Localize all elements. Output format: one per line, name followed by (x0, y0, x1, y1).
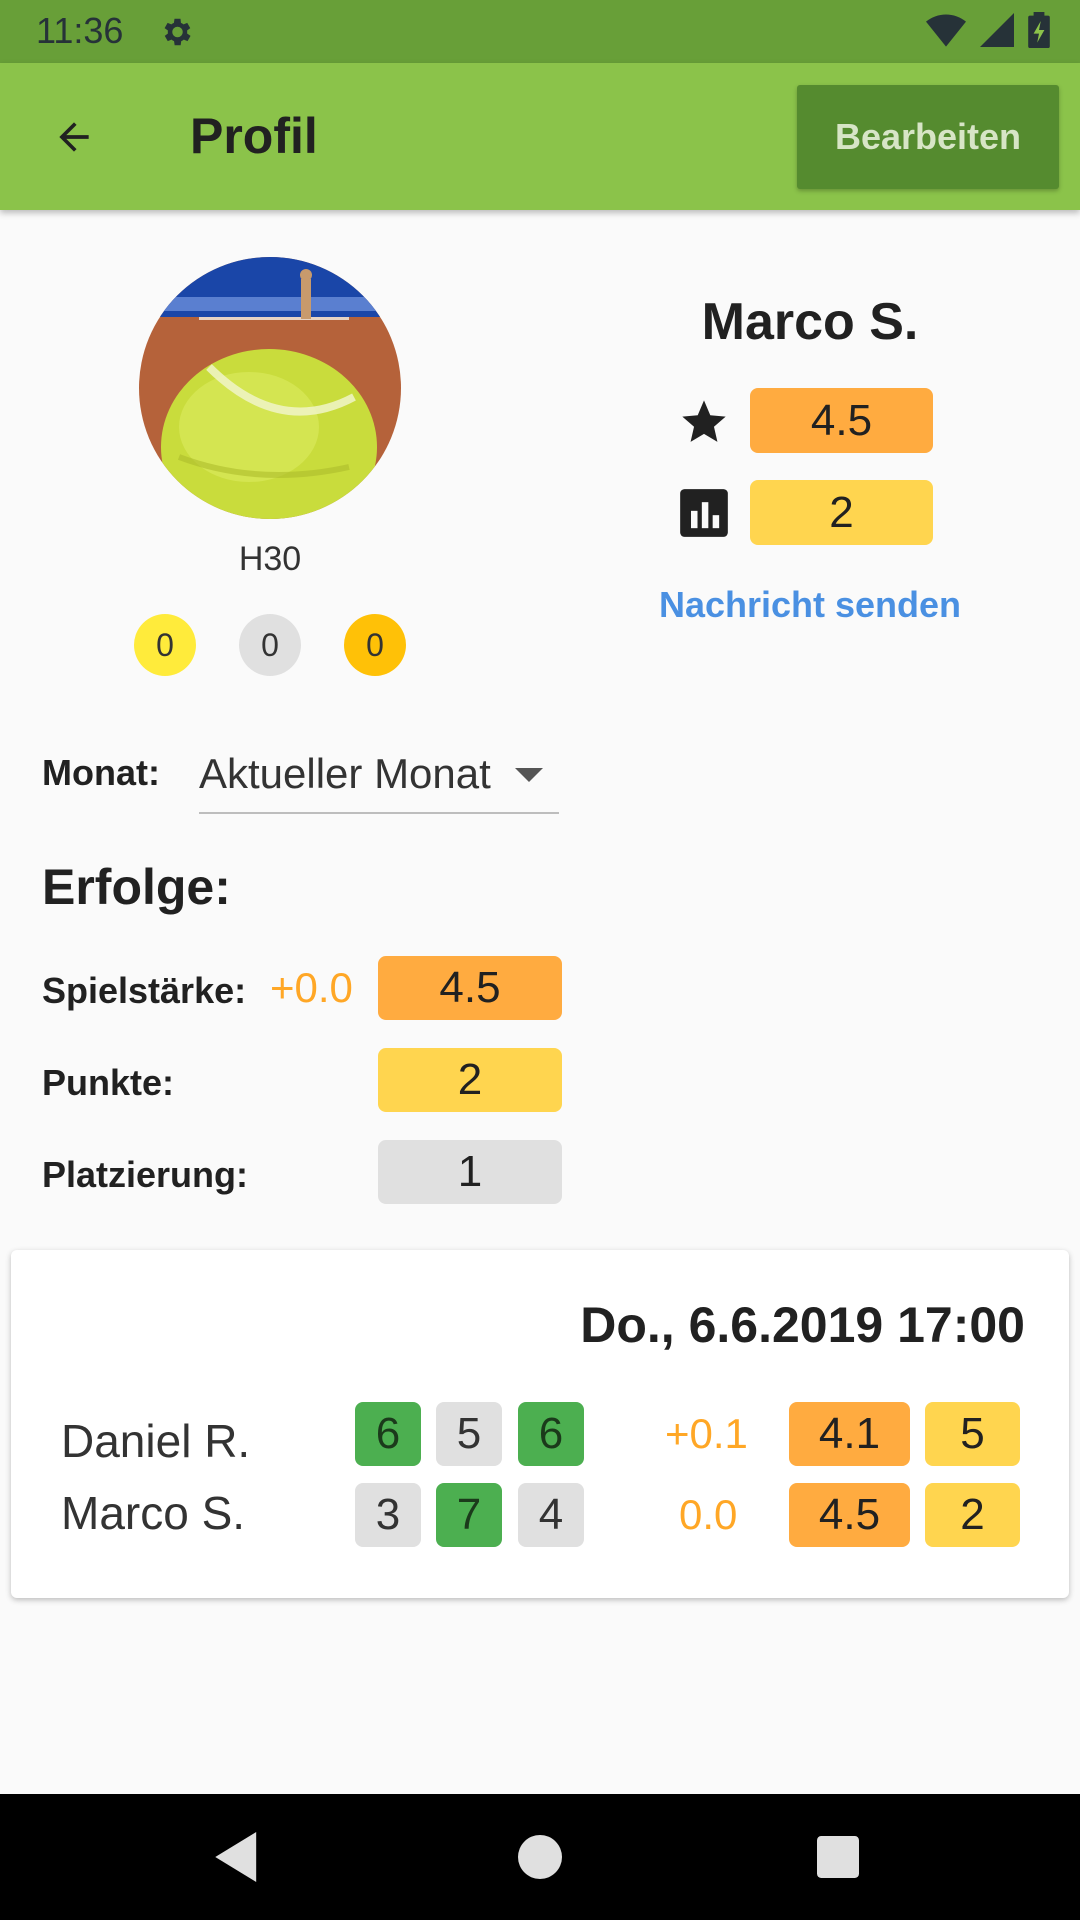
bar-chart-icon (680, 489, 728, 537)
send-message-link[interactable]: Nachricht senden (640, 584, 980, 626)
points-value-badge: 2 (378, 1048, 562, 1112)
avatar (139, 257, 401, 519)
set-score: 6 (355, 1402, 421, 1466)
nav-home-icon[interactable] (507, 1824, 573, 1890)
set-score: 5 (436, 1402, 502, 1466)
player-rating-badge: 4.5 (789, 1483, 910, 1547)
nav-back-icon[interactable] (205, 1824, 271, 1890)
month-dropdown[interactable]: Aktueller Monat (199, 740, 559, 814)
rating-badge: 4.5 (750, 388, 933, 453)
status-bar: 11:36 (0, 0, 1080, 63)
rank-label: Platzierung: (42, 1154, 249, 1195)
system-nav-bar (0, 1794, 1080, 1920)
status-icons (926, 12, 1050, 48)
dropdown-arrow-icon (515, 768, 543, 782)
back-arrow-icon[interactable] (40, 103, 108, 171)
gold-medal-count: 0 (134, 614, 196, 676)
player-points-badge: 5 (925, 1402, 1020, 1466)
player-rating-badge: 4.1 (789, 1402, 910, 1466)
points-label: Punkte: (42, 1062, 175, 1103)
match-player-name: Marco S. (61, 1487, 246, 1539)
app-bar: Profil Bearbeiten (0, 63, 1080, 210)
month-label: Monat: (42, 752, 160, 793)
match-card[interactable]: Do., 6.6.2019 17:00 Daniel R. 6 5 6 +0.1… (11, 1250, 1069, 1598)
bronze-medal-count: 0 (344, 614, 406, 676)
achievements-title: Erfolge: (42, 859, 231, 915)
points-badge: 2 (750, 480, 933, 545)
rating-delta: +0.1 (665, 1410, 748, 1457)
wifi-icon (926, 14, 966, 47)
set-score: 6 (518, 1402, 584, 1466)
set-score: 3 (355, 1483, 421, 1547)
rating-delta: 0.0 (679, 1491, 738, 1538)
set-score: 4 (518, 1483, 584, 1547)
player-category: H30 (238, 540, 302, 578)
player-points-badge: 2 (925, 1483, 1020, 1547)
player-name: Marco S. (701, 293, 919, 351)
match-date: Do., 6.6.2019 17:00 (580, 1297, 1025, 1353)
set-score: 7 (436, 1483, 502, 1547)
strength-value-badge: 4.5 (378, 956, 562, 1020)
battery-icon (1028, 12, 1050, 48)
strength-label: Spielstärke: (42, 970, 247, 1011)
star-icon (682, 400, 726, 442)
edit-button[interactable]: Bearbeiten (797, 85, 1059, 189)
match-player-name: Daniel R. (61, 1415, 251, 1467)
signal-icon (980, 13, 1014, 47)
nav-recents-icon[interactable] (805, 1824, 871, 1890)
rank-value-badge: 1 (378, 1140, 562, 1204)
page-title: Profil (190, 108, 318, 164)
strength-delta: +0.0 (270, 964, 353, 1011)
month-dropdown-value: Aktueller Monat (199, 750, 491, 797)
status-time: 11:36 (36, 10, 124, 51)
silver-medal-count: 0 (239, 614, 301, 676)
settings-gear-icon (164, 18, 191, 46)
